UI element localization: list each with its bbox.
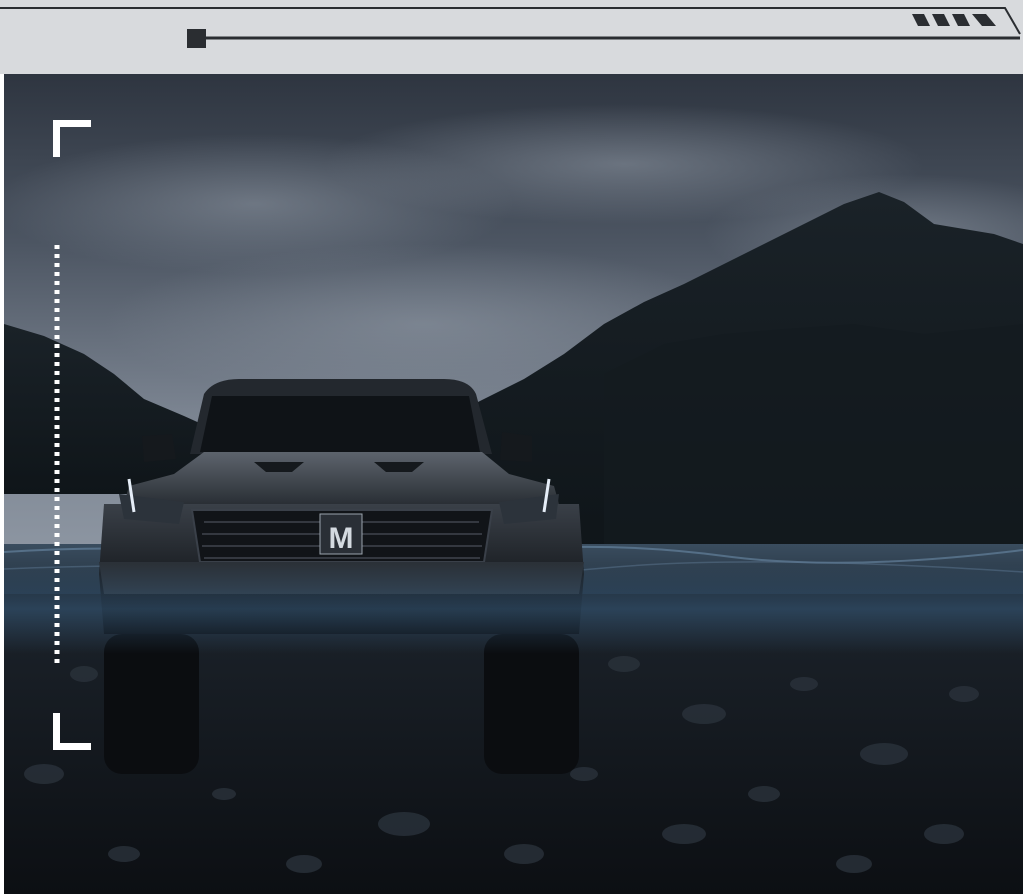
corner-bracket-top-left [53,120,91,157]
corner-bracket-bottom-left [53,713,91,750]
app-frame: M [0,0,1023,894]
overlay-decorations [53,120,91,750]
